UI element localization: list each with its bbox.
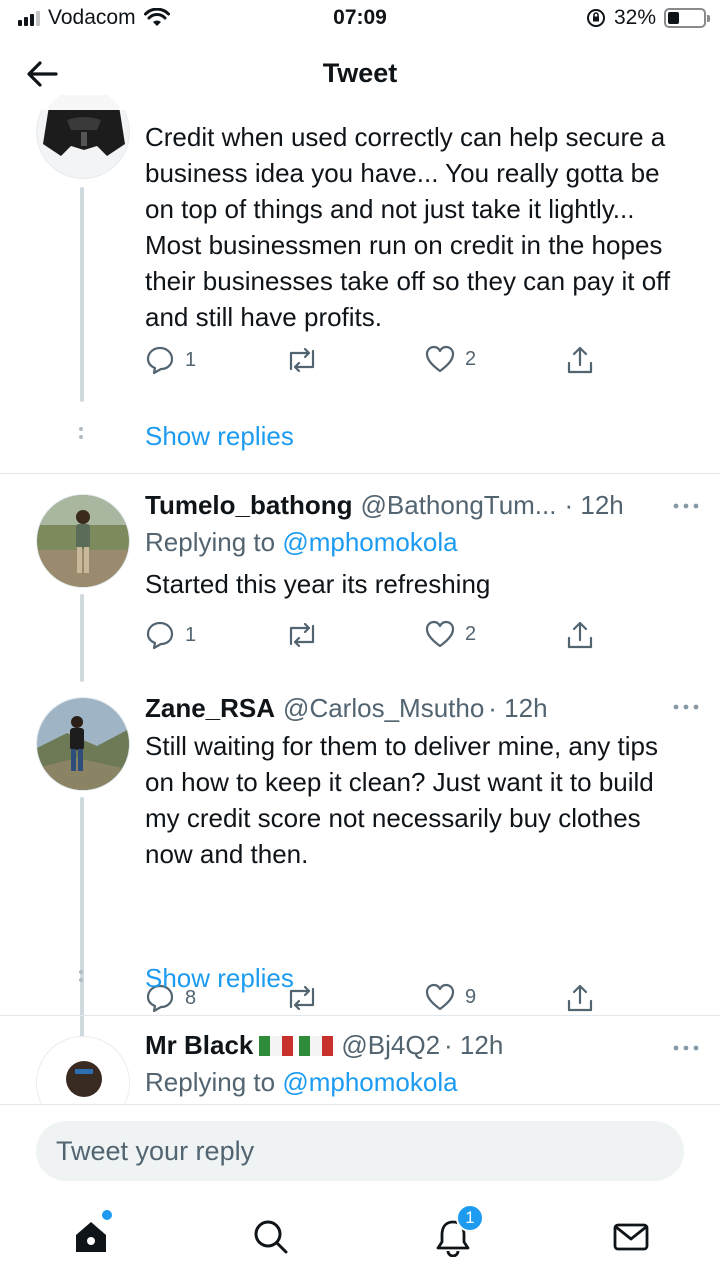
replying-to-prefix: Replying to	[145, 527, 276, 557]
share-icon	[567, 346, 593, 374]
italy-flag-icon	[259, 1035, 294, 1056]
tweet-body: Credit when used correctly can help secu…	[145, 119, 690, 335]
replies-feed[interactable]: Credit when used correctly can help secu…	[0, 95, 720, 1105]
avatar[interactable]	[36, 1036, 130, 1105]
battery-level	[668, 12, 679, 24]
heart-icon	[425, 345, 455, 373]
reply-button[interactable]: 1	[145, 345, 196, 375]
tweet-card[interactable]: Zane_RSA @Carlos_Msutho · 12h Still wait…	[0, 679, 720, 1037]
battery-percent: 32%	[613, 6, 656, 29]
more-options-button[interactable]	[668, 496, 704, 516]
thread-line	[80, 797, 84, 1037]
display-name[interactable]: Mr Black	[145, 1030, 253, 1061]
tweet-actions: 1 2	[145, 620, 605, 654]
like-count: 9	[465, 985, 477, 1008]
share-icon	[567, 621, 593, 649]
home-new-dot	[102, 1210, 112, 1220]
share-button[interactable]	[565, 345, 595, 375]
battery-icon	[664, 8, 710, 28]
more-dots-icon	[673, 1045, 699, 1051]
replying-to: Replying to @mphomokola	[145, 1067, 650, 1098]
tab-explore[interactable]	[246, 1212, 296, 1262]
search-icon	[254, 1220, 288, 1254]
replying-to-prefix: Replying to	[145, 1067, 276, 1097]
notification-badge: 1	[456, 1204, 484, 1232]
mail-icon	[613, 1223, 649, 1251]
tweet-body: Zane_RSA @Carlos_Msutho · 12h Still wait…	[145, 693, 690, 872]
share-button[interactable]	[565, 620, 595, 650]
heart-icon	[425, 620, 455, 648]
top-nav-header: Tweet	[0, 40, 720, 110]
page-title: Tweet	[322, 58, 398, 88]
thread-line	[80, 187, 84, 402]
thread-continuation-dots	[79, 970, 85, 986]
tweet-card[interactable]: Credit when used correctly can help secu…	[0, 95, 720, 475]
more-options-button[interactable]	[668, 1038, 704, 1058]
tweet-header: Tumelo_bathong @BathongTum... · 12h	[145, 490, 650, 521]
bottom-tab-bar: 1	[0, 1194, 720, 1280]
like-count: 2	[465, 347, 477, 370]
tweet-time: · 12h	[488, 693, 548, 723]
tweet-time: · 12h	[444, 1030, 504, 1060]
tweet-time: · 12h	[564, 490, 624, 520]
reply-count: 1	[185, 348, 197, 371]
tweet-body: Tumelo_bathong @BathongTum... · 12h Repl…	[145, 490, 650, 602]
user-photo-icon	[37, 698, 129, 790]
tweet-text: Credit when used correctly can help secu…	[145, 122, 671, 332]
retweet-icon	[289, 622, 315, 648]
thread-continuation-dots	[79, 427, 85, 443]
show-replies-link[interactable]: Show replies	[145, 963, 294, 994]
tab-notifications[interactable]: 1	[428, 1204, 484, 1262]
reply-button[interactable]: 1	[145, 620, 196, 650]
battery-info: 32%	[586, 6, 710, 30]
like-button[interactable]: 9	[425, 983, 476, 1011]
reply-count: 1	[185, 623, 197, 646]
like-count: 2	[465, 622, 477, 645]
username-handle[interactable]: @Carlos_Msutho	[283, 693, 484, 724]
tab-home[interactable]	[66, 1210, 116, 1262]
like-button[interactable]: 2	[425, 620, 476, 648]
display-name[interactable]: Zane_RSA	[145, 693, 275, 724]
thread-line	[80, 594, 84, 682]
tweet-header: Zane_RSA @Carlos_Msutho · 12h	[145, 693, 690, 724]
heart-icon	[425, 983, 455, 1011]
italy-flag-icon	[299, 1035, 334, 1056]
tweet-reply-input[interactable]: Tweet your reply	[36, 1121, 684, 1181]
status-bar: Vodacom 07:09 32%	[0, 0, 720, 40]
retweet-button[interactable]	[285, 620, 319, 650]
share-icon	[567, 984, 593, 1012]
tab-messages[interactable]	[606, 1212, 656, 1262]
like-button[interactable]: 2	[425, 345, 476, 373]
show-replies-link[interactable]: Show replies	[145, 421, 294, 452]
avatar[interactable]	[36, 494, 130, 588]
avatar[interactable]	[36, 697, 130, 791]
home-icon	[76, 1222, 106, 1252]
replying-to-mention[interactable]: @mphomokola	[282, 527, 457, 557]
tweet-card[interactable]: Tumelo_bathong @BathongTum... · 12h Repl…	[0, 474, 720, 682]
username-handle[interactable]: @BathongTum...	[361, 490, 557, 521]
share-button[interactable]	[565, 983, 595, 1013]
user-photo-icon	[37, 1037, 129, 1105]
tweet-text: Still waiting for them to deliver mine, …	[145, 731, 658, 869]
more-dots-icon	[673, 503, 699, 509]
user-photo-icon	[37, 495, 129, 587]
orientation-lock-icon	[586, 9, 605, 27]
replying-to-mention[interactable]: @mphomokola	[282, 1067, 457, 1097]
reply-composer-bar: Tweet your reply	[0, 1104, 720, 1194]
tweet-text: Started this year its refreshing	[145, 569, 491, 599]
tweet-body: Mr Black @Bj4Q2 · 12h Replying to @mphom…	[145, 1030, 650, 1098]
retweet-button[interactable]	[285, 345, 319, 375]
display-name[interactable]: Tumelo_bathong	[145, 490, 353, 521]
replying-to: Replying to @mphomokola	[145, 527, 650, 558]
tweet-actions: 1 2	[145, 345, 605, 379]
reply-icon	[146, 621, 174, 650]
retweet-icon	[289, 347, 315, 373]
tweet-card[interactable]: Mr Black @Bj4Q2 · 12h Replying to @mphom…	[0, 1016, 720, 1105]
reply-icon	[146, 346, 174, 375]
username-handle[interactable]: @Bj4Q2	[341, 1030, 440, 1061]
tweet-header: Mr Black @Bj4Q2 · 12h	[145, 1030, 650, 1061]
